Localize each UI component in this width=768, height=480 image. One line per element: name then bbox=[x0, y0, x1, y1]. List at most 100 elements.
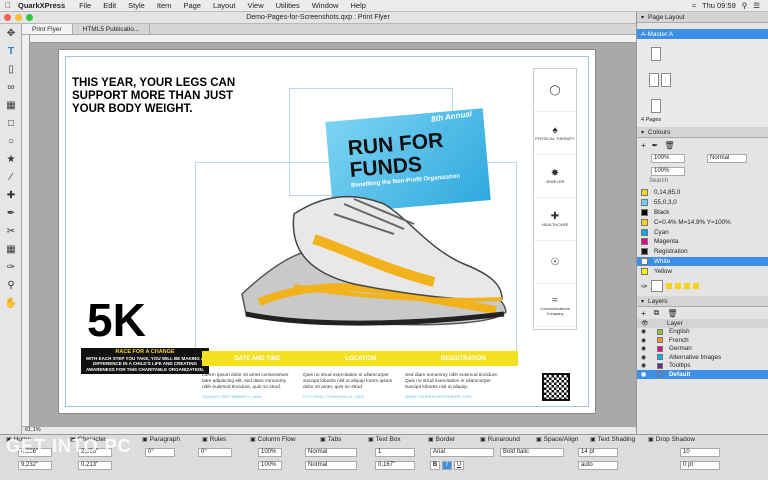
colour-row[interactable]: Registration bbox=[637, 247, 768, 257]
opacity-field[interactable]: 100% bbox=[258, 448, 282, 457]
menu-file[interactable]: File bbox=[73, 1, 97, 10]
measurement-tab[interactable]: ▣ Border bbox=[428, 436, 455, 443]
layer-row[interactable]: ◉ English bbox=[637, 328, 768, 337]
opacity-field-2[interactable]: 100% bbox=[258, 461, 282, 470]
menu-app-name[interactable]: QuarkXPress bbox=[16, 1, 73, 10]
eye-icon[interactable]: ◉ bbox=[641, 345, 647, 352]
eye-icon[interactable]: ◉ bbox=[641, 328, 647, 335]
eyedropper-icon[interactable]: ✑ bbox=[641, 282, 648, 291]
italic-button[interactable]: I bbox=[442, 461, 452, 470]
layer-row[interactable]: ◉ Alternative Images bbox=[637, 353, 768, 362]
race-box[interactable]: RACE FOR A CHANGE WITH EACH STEP YOU TAK… bbox=[81, 348, 209, 374]
orthogonal-line-icon[interactable]: ✚ bbox=[0, 186, 22, 204]
eyedropper-tool-icon[interactable]: ✑ bbox=[0, 258, 22, 276]
colour-search[interactable]: Search bbox=[637, 178, 768, 188]
zoom-tool-icon[interactable]: ⚲ bbox=[0, 276, 22, 294]
page-thumbnails[interactable]: 4 Pages bbox=[637, 39, 768, 127]
swatch-yellow-1[interactable] bbox=[665, 283, 672, 290]
line-tool-icon[interactable]: ∕ bbox=[0, 168, 22, 186]
info-column-3[interactable]: Sed diam nonummy nibh euismod tincidunt.… bbox=[405, 373, 499, 400]
measurement-tab[interactable]: ▣ Column Flow bbox=[250, 436, 296, 443]
wifi-icon[interactable]: ≈ bbox=[692, 1, 696, 10]
rect-tool-icon[interactable]: □ bbox=[0, 114, 22, 132]
font-field[interactable]: Arial bbox=[430, 448, 494, 457]
move-tool-icon[interactable]: ✥ bbox=[0, 24, 22, 42]
page-thumb-2[interactable] bbox=[649, 73, 659, 87]
y-field[interactable]: 9,232" bbox=[18, 461, 52, 470]
menu-window[interactable]: Window bbox=[306, 1, 345, 10]
eye-icon[interactable]: ◉ bbox=[641, 362, 647, 369]
menu-style[interactable]: Style bbox=[122, 1, 151, 10]
menu-layout[interactable]: Layout bbox=[207, 1, 242, 10]
gutter-field[interactable]: 0,167" bbox=[375, 461, 415, 470]
colour-row[interactable]: 0,14,85,0 bbox=[637, 188, 768, 198]
delete-colour-icon[interactable]: 🗑 bbox=[664, 141, 674, 150]
info-column-2[interactable]: Quis no strud exercitation in ullamcorpe… bbox=[303, 373, 397, 400]
star-tool-icon[interactable]: ★ bbox=[0, 150, 22, 168]
colours-header[interactable]: ▾ Colours bbox=[637, 127, 768, 138]
page-thumb-3[interactable] bbox=[661, 73, 671, 87]
text-tool-icon[interactable]: T bbox=[0, 42, 22, 60]
edit-colour-icon[interactable]: ✒ bbox=[652, 141, 659, 150]
layer-row[interactable]: ◉ French bbox=[637, 336, 768, 345]
collapse-icon[interactable]: ▾ bbox=[641, 298, 644, 305]
table-tool-icon[interactable]: ▦ bbox=[0, 240, 22, 258]
blend-field[interactable]: Normal bbox=[305, 448, 357, 457]
menu-utilities[interactable]: Utilities bbox=[270, 1, 306, 10]
measurement-tab[interactable]: ▣ Rules bbox=[202, 436, 226, 443]
colour-row[interactable]: Cyan bbox=[637, 227, 768, 237]
page-thumb-1[interactable] bbox=[651, 47, 661, 61]
colour-row[interactable]: White bbox=[637, 256, 768, 267]
blend-field-2[interactable]: Normal bbox=[305, 461, 357, 470]
link-tool-icon[interactable]: ▯ bbox=[0, 60, 22, 78]
pen-tool-icon[interactable]: ✒ bbox=[0, 204, 22, 222]
opacity-field[interactable]: 100% bbox=[651, 167, 685, 176]
zoom-level[interactable]: 61,1% bbox=[25, 427, 41, 433]
tab-html5-publication[interactable]: HTML5 Publicatio... bbox=[73, 24, 151, 34]
measurement-tab[interactable]: ▣ Drop Shadow bbox=[648, 436, 695, 443]
clock[interactable]: Thu 09:59 bbox=[702, 1, 736, 10]
add-layer-icon[interactable]: + bbox=[641, 309, 646, 318]
menu-list-icon[interactable]: ☰ bbox=[753, 1, 760, 10]
layer-row[interactable]: ◉ Default bbox=[637, 370, 768, 379]
baseline-field[interactable]: 0 pt bbox=[680, 461, 720, 470]
collapse-icon[interactable]: ▾ bbox=[641, 14, 644, 21]
measurement-tab[interactable]: ▣ Tabs bbox=[320, 436, 341, 443]
colour-row[interactable]: C=0.4% M=14.9% Y=100% bbox=[637, 217, 768, 227]
menu-help[interactable]: Help bbox=[344, 1, 371, 10]
measurement-tab[interactable]: ▣ Paragraph bbox=[142, 436, 180, 443]
columns-field[interactable]: 1 bbox=[375, 448, 415, 457]
shade-field[interactable]: 100% bbox=[651, 154, 685, 163]
layer-row[interactable]: ◉ German bbox=[637, 345, 768, 354]
search-icon[interactable]: ⚲ bbox=[742, 1, 748, 10]
menu-page[interactable]: Page bbox=[177, 1, 207, 10]
measurement-tab[interactable]: ▣ Space/Align bbox=[536, 436, 578, 443]
hand-tool-icon[interactable]: ✋ bbox=[0, 294, 22, 312]
colour-row[interactable]: 55,0,3,0 bbox=[637, 198, 768, 208]
vertical-ruler[interactable] bbox=[22, 35, 30, 426]
swatch-yellow-3[interactable] bbox=[683, 283, 690, 290]
picture-box-tool-icon[interactable]: ▦ bbox=[0, 96, 22, 114]
collapse-icon[interactable]: ▾ bbox=[641, 129, 644, 136]
apple-icon[interactable]:  bbox=[0, 1, 16, 10]
delete-layer-icon[interactable]: 🗑 bbox=[667, 309, 677, 318]
underline-button[interactable]: U bbox=[454, 461, 464, 470]
angle-field[interactable]: 0° bbox=[145, 448, 175, 457]
colour-row[interactable]: Yellow bbox=[637, 266, 768, 276]
font-style-field[interactable]: Bold Italic bbox=[500, 448, 564, 457]
colour-row[interactable]: Black bbox=[637, 208, 768, 218]
bold-button[interactable]: B bbox=[430, 461, 440, 470]
info-column-1[interactable]: Lorem ipsum dolor sit amet consectetuer … bbox=[202, 373, 296, 400]
page-layout-header[interactable]: ▾ Page Layout bbox=[637, 12, 768, 23]
tracking-field[interactable]: 10 bbox=[680, 448, 720, 457]
menu-item[interactable]: Item bbox=[151, 1, 178, 10]
five-k-title[interactable]: 5K bbox=[87, 293, 146, 347]
leading-field[interactable]: auto bbox=[578, 461, 618, 470]
measurement-tab[interactable]: ▣ Runaround bbox=[480, 436, 520, 443]
layers-header[interactable]: ▾ Layers bbox=[637, 296, 768, 308]
swatch-yellow-2[interactable] bbox=[674, 283, 681, 290]
horizontal-ruler[interactable] bbox=[30, 35, 636, 43]
qr-code[interactable] bbox=[542, 373, 570, 401]
colour-row[interactable]: Magenta bbox=[637, 237, 768, 247]
font-size-field[interactable]: 14 pt bbox=[578, 448, 618, 457]
